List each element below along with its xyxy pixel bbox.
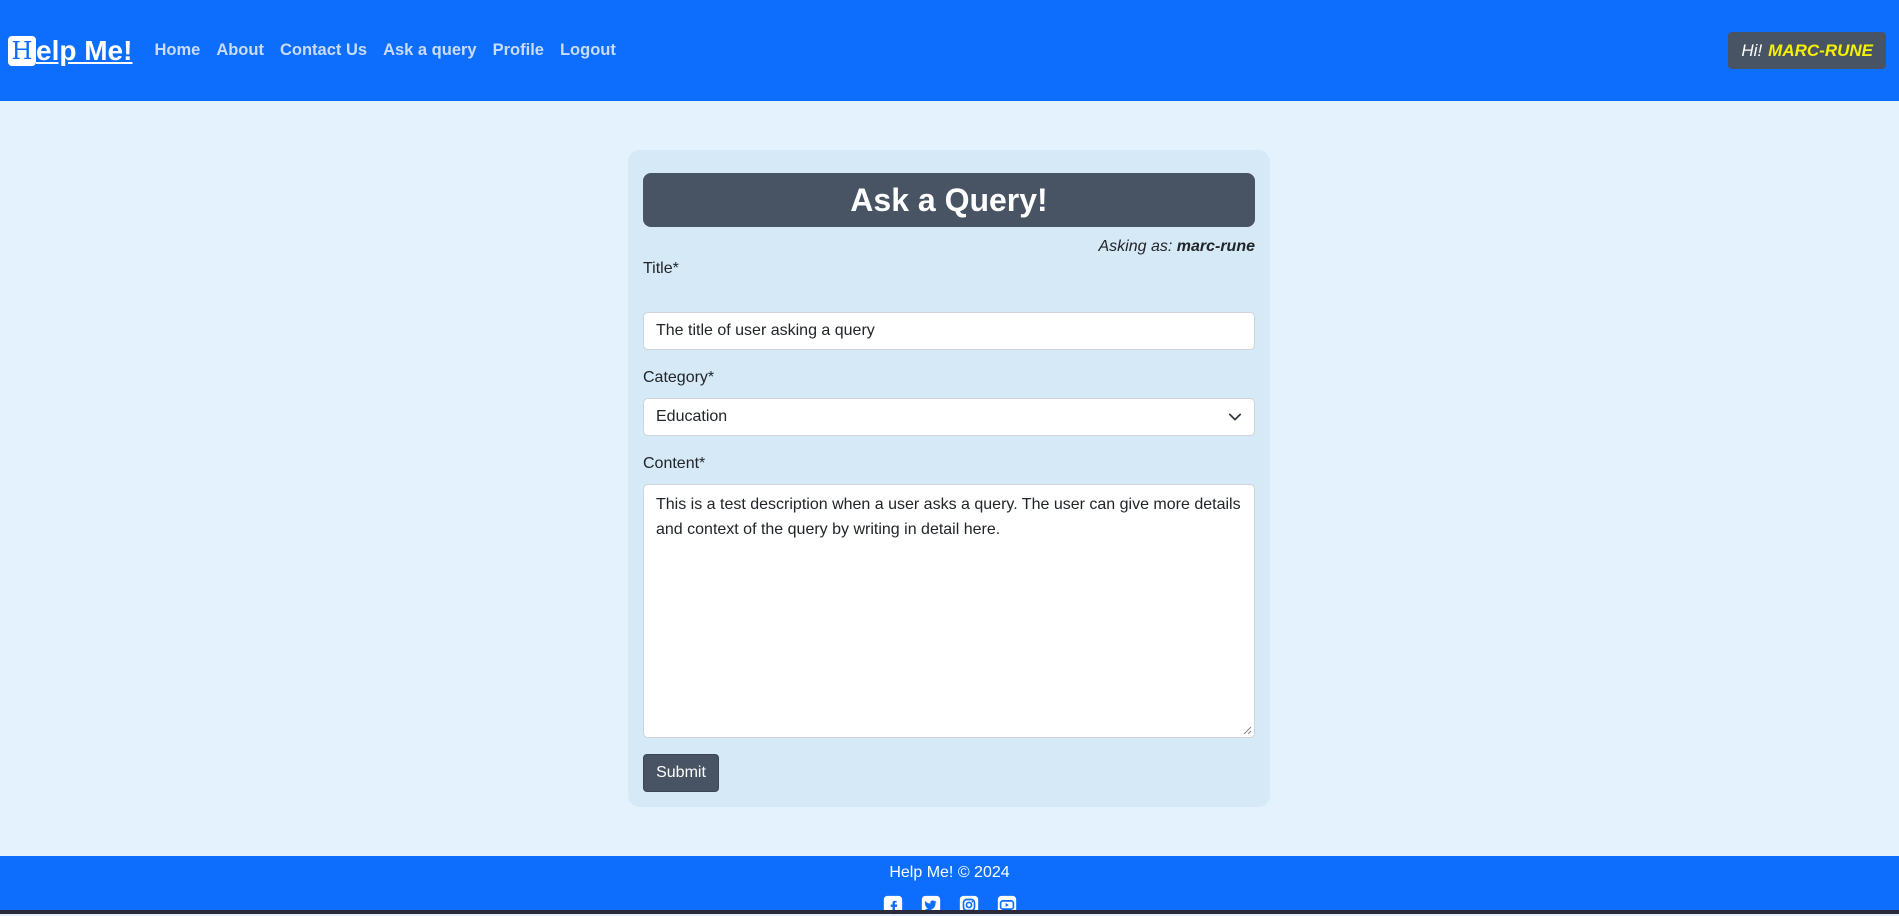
category-label: Category* <box>643 369 715 386</box>
greeting-hi: Hi! <box>1741 40 1763 60</box>
asking-as-line: Asking as: marc-rune <box>1098 238 1255 256</box>
user-greeting-badge: Hi! MARC-RUNE <box>1728 32 1886 69</box>
nav-links: Home About Contact Us Ask a query Profil… <box>154 41 631 60</box>
footer: Help Me! © 2024 <box>0 856 1899 915</box>
nav-link-ask-a-query[interactable]: Ask a query <box>383 41 477 60</box>
content-textarea-value: This is a test description when a user a… <box>656 496 1241 538</box>
chevron-down-icon <box>1228 413 1242 421</box>
nav-link-profile[interactable]: Profile <box>493 41 544 60</box>
nav-link-logout[interactable]: Logout <box>560 41 616 60</box>
brand-logo-icon: H <box>8 35 36 66</box>
title-label: Title* <box>643 260 679 277</box>
greeting-username: MARC-RUNE <box>1768 40 1873 60</box>
content-label: Content* <box>643 455 706 472</box>
category-select-value: Education <box>656 408 728 425</box>
nav-link-contact-us[interactable]: Contact Us <box>280 41 367 60</box>
page-title: Ask a Query! <box>643 173 1255 227</box>
navbar: Help Me! Home About Contact Us Ask a que… <box>0 0 1899 101</box>
content-textarea[interactable]: This is a test description when a user a… <box>643 484 1255 738</box>
title-input[interactable]: The title of user asking a query <box>643 312 1255 350</box>
submit-button[interactable]: Submit <box>643 754 719 792</box>
asking-as-label: Asking as: <box>1098 238 1173 255</box>
nav-link-home[interactable]: Home <box>154 41 200 60</box>
brand-logo-link[interactable]: Help Me! <box>8 35 132 67</box>
nav-link-about[interactable]: About <box>216 41 264 60</box>
footer-copyright: Help Me! © 2024 <box>889 864 1010 881</box>
ask-query-card: Ask a Query! Asking as: marc-rune Title*… <box>628 150 1270 807</box>
asking-as-username: marc-rune <box>1176 238 1255 255</box>
title-input-value: The title of user asking a query <box>656 322 875 339</box>
category-select[interactable]: Education <box>643 398 1255 436</box>
brand-text: elp Me! <box>36 34 133 66</box>
bottom-edge-strip <box>0 910 1899 914</box>
resize-grip-icon[interactable] <box>1242 725 1252 735</box>
